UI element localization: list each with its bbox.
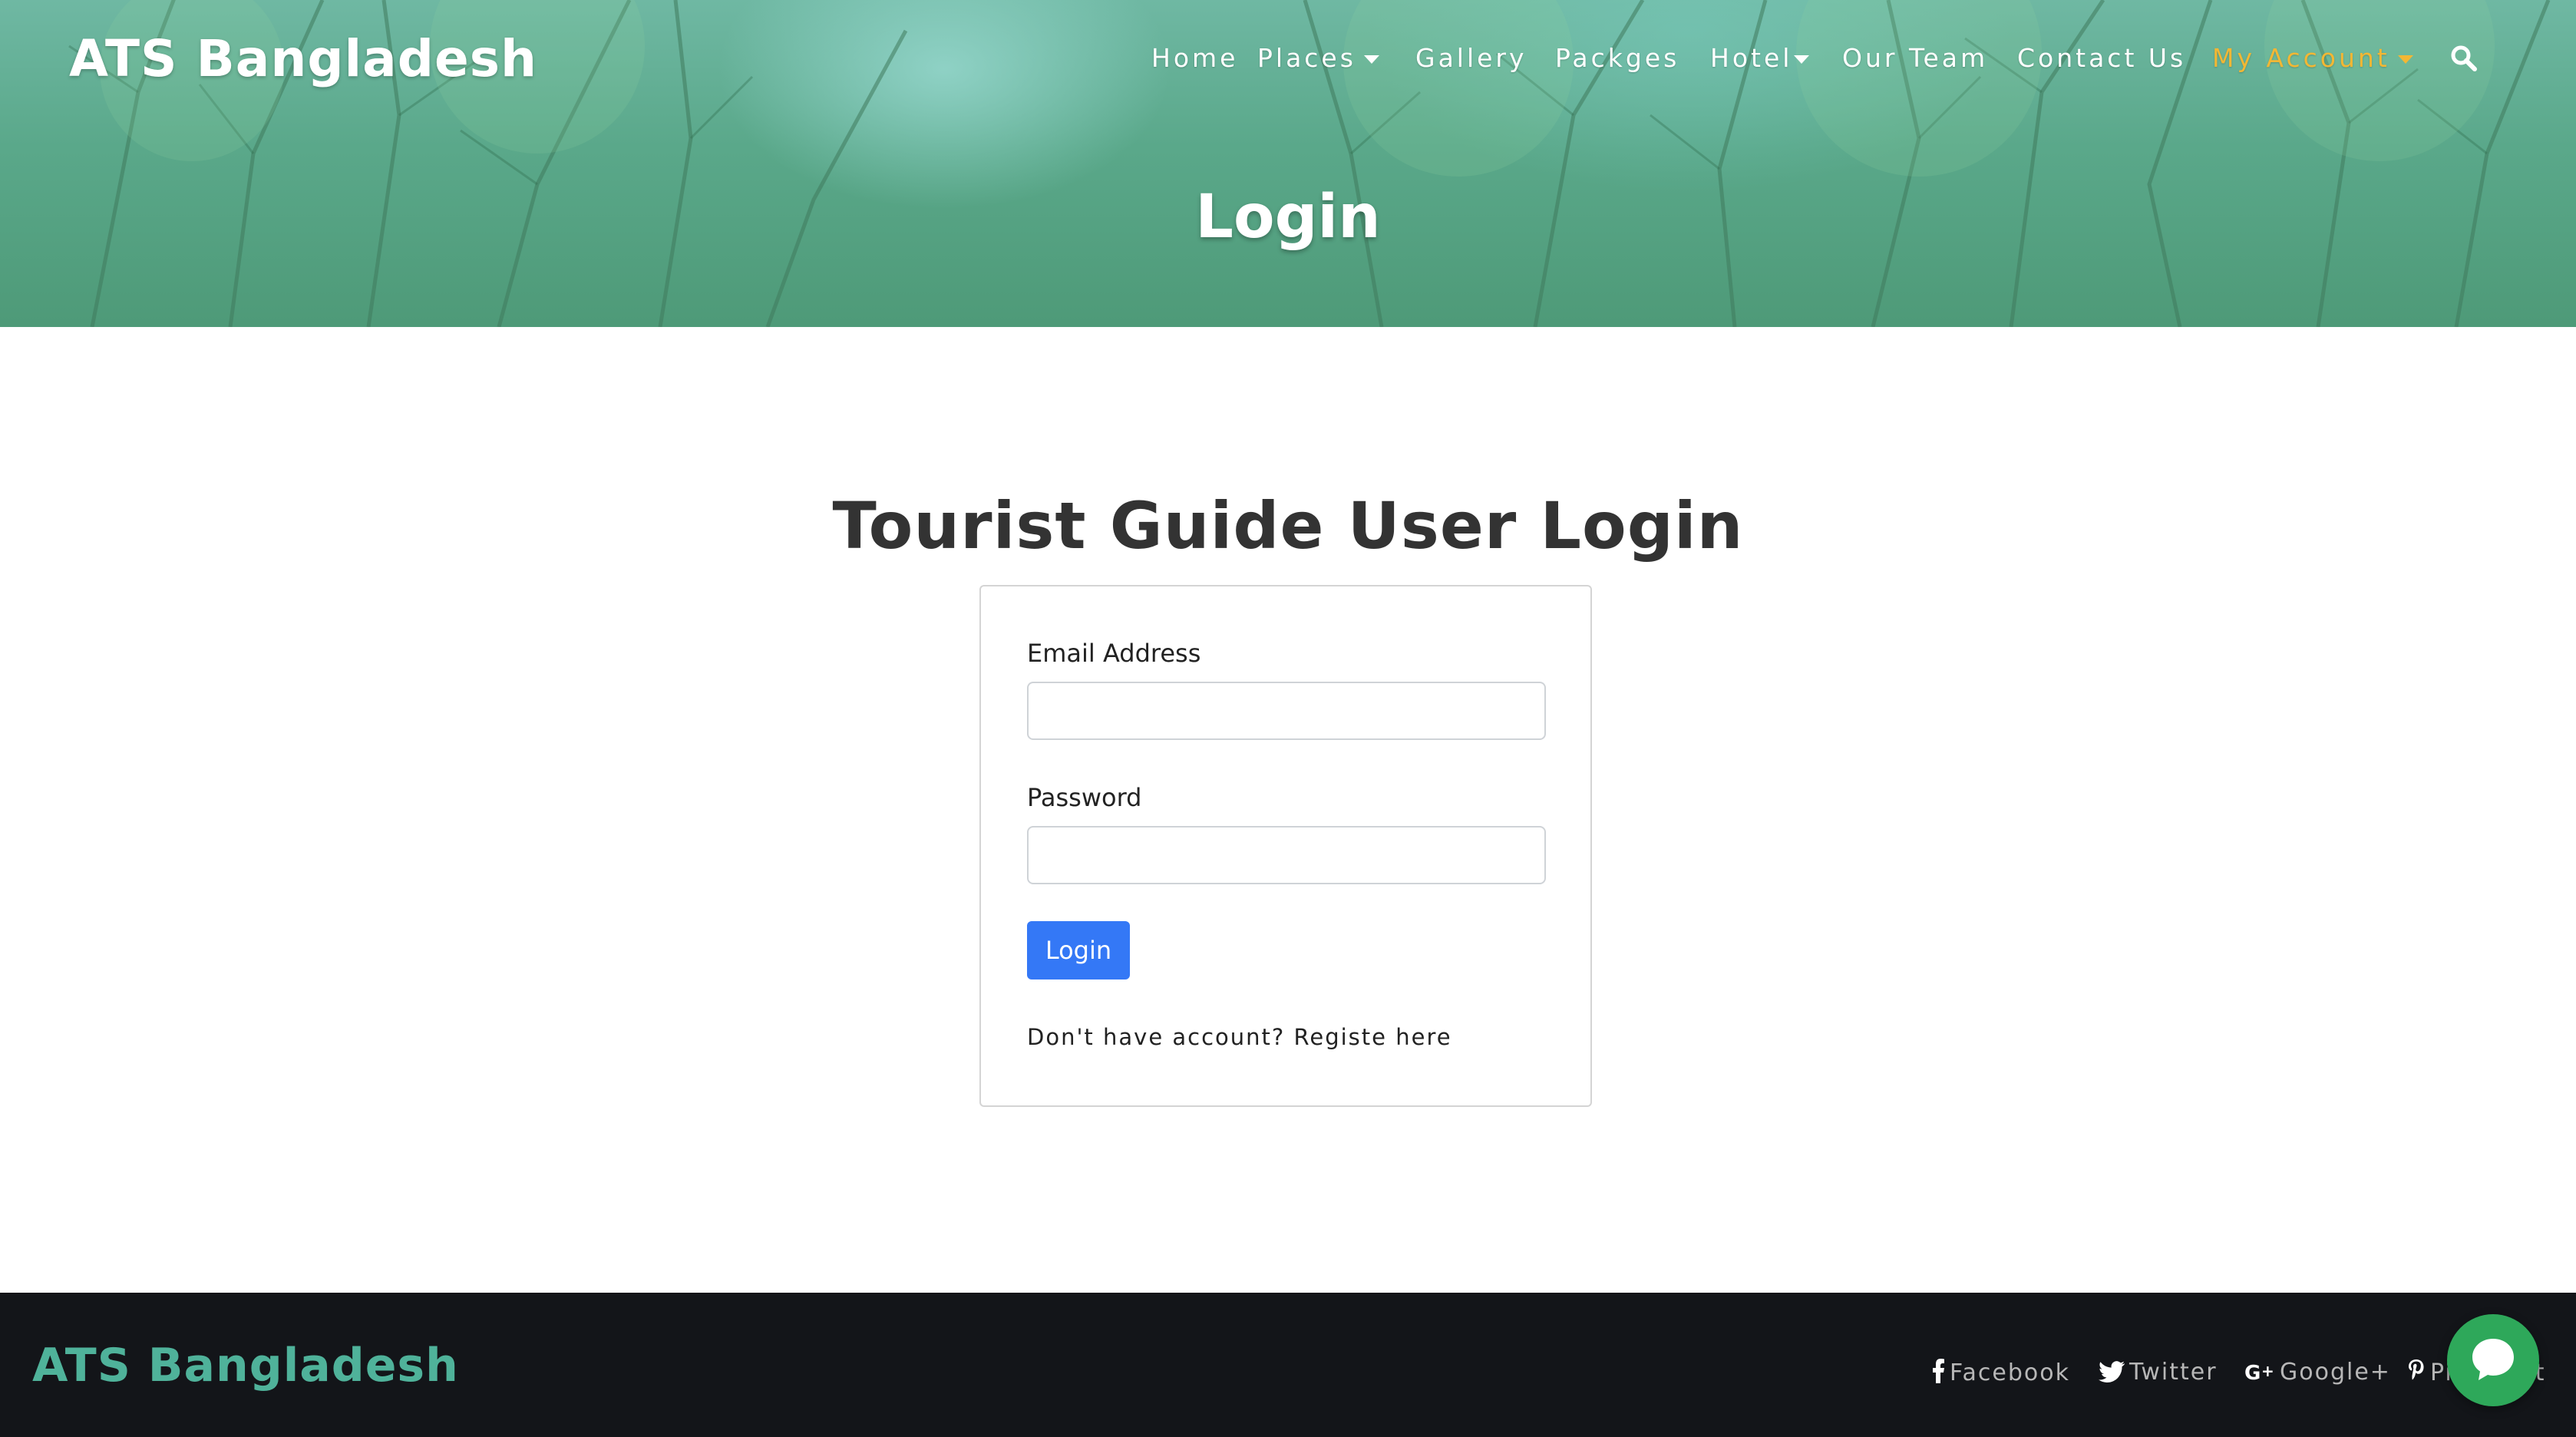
- svg-text:G: G: [2244, 1362, 2262, 1382]
- nav-my-account[interactable]: My Account: [2212, 43, 2413, 73]
- twitter-icon: [2099, 1361, 2125, 1382]
- nav-hotel-label: Hotel: [1710, 43, 1793, 73]
- nav-contact-us[interactable]: Contact Us: [2017, 43, 2186, 73]
- email-field[interactable]: [1027, 682, 1546, 740]
- social-link-twitter[interactable]: Twitter: [2099, 1359, 2218, 1386]
- footer-logo[interactable]: ATS Bangladesh: [32, 1339, 459, 1392]
- nav-places[interactable]: Places: [1257, 43, 1379, 73]
- hero-title: Login: [1195, 183, 1381, 253]
- nav-hotel[interactable]: Hotel: [1710, 43, 1810, 73]
- nav-gallery[interactable]: Gallery: [1415, 43, 1527, 73]
- svg-text:+: +: [2261, 1362, 2275, 1380]
- email-label: Email Address: [1027, 639, 1201, 668]
- facebook-icon: [1933, 1359, 1944, 1383]
- google-plus-icon: G +: [2244, 1362, 2275, 1385]
- chevron-down-icon: [2397, 55, 2413, 64]
- site-logo[interactable]: ATS Bangladesh: [69, 29, 537, 88]
- social-label: Facebook: [1950, 1359, 2070, 1386]
- nav-places-label: Places: [1257, 43, 1356, 73]
- social-link-google-plus[interactable]: G + Google+: [2244, 1359, 2391, 1386]
- search-icon[interactable]: [2450, 45, 2478, 72]
- social-link-facebook[interactable]: Facebook: [1933, 1359, 2070, 1386]
- pinterest-icon: [2409, 1359, 2424, 1380]
- footer: ATS Bangladesh Facebook Twitter G + Goog…: [0, 1293, 2576, 1437]
- register-prompt: Don't have account? Registe here: [1027, 1024, 1452, 1050]
- login-form: Email Address Password Login Don't have …: [979, 585, 1592, 1107]
- nav-packages[interactable]: Packges: [1555, 43, 1679, 73]
- chevron-down-icon: [1794, 55, 1810, 64]
- password-field[interactable]: [1027, 826, 1546, 884]
- page-title: Tourist Guide User Login: [832, 487, 1744, 563]
- chat-widget-button[interactable]: [2447, 1314, 2539, 1406]
- password-label: Password: [1027, 783, 1142, 812]
- nav-home[interactable]: Home: [1151, 43, 1238, 73]
- register-link[interactable]: Registe here: [1294, 1024, 1452, 1050]
- main-nav: Home Places Gallery Packges Hotel Our Te…: [1151, 43, 2576, 80]
- social-label: Twitter: [2129, 1359, 2218, 1386]
- chevron-down-icon: [1363, 55, 1379, 64]
- register-prompt-text: Don't have account?: [1027, 1024, 1286, 1050]
- chat-bubble-icon: [2472, 1339, 2514, 1380]
- social-label: Google+: [2280, 1359, 2391, 1386]
- nav-our-team[interactable]: Our Team: [1842, 43, 1988, 73]
- nav-my-account-label: My Account: [2212, 43, 2390, 73]
- hero-banner: ATS Bangladesh Home Places Gallery Packg…: [0, 0, 2576, 327]
- login-button[interactable]: Login: [1027, 921, 1130, 979]
